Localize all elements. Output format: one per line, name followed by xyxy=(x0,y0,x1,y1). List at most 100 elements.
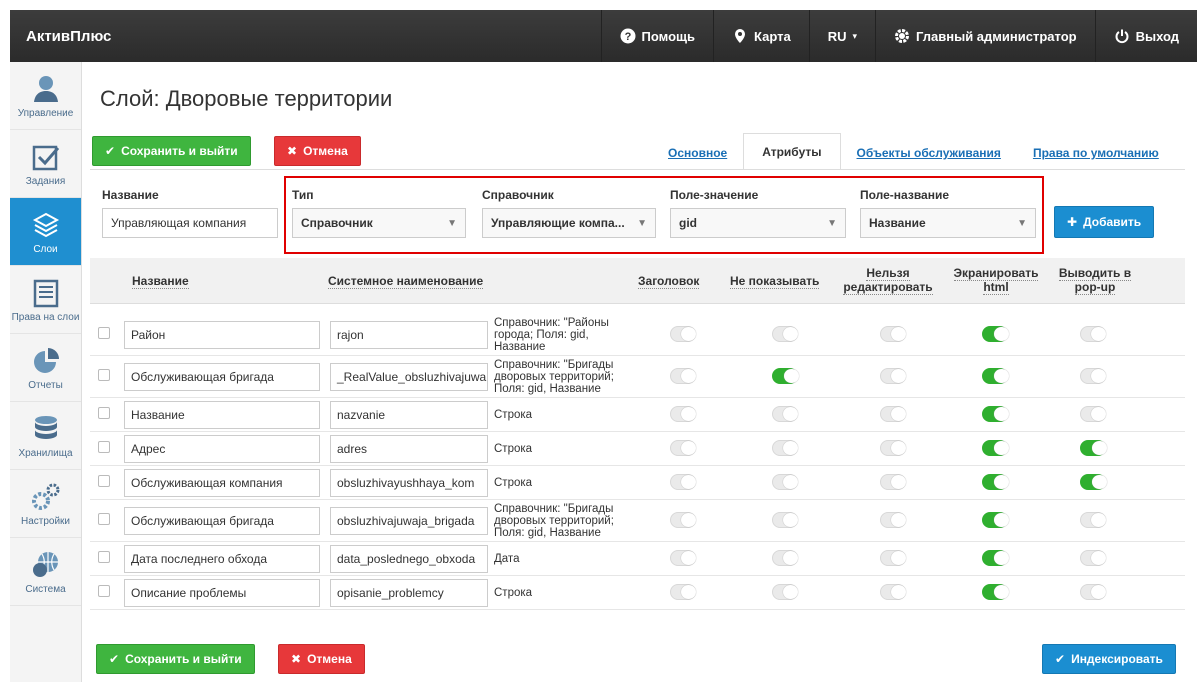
tab-service-objects[interactable]: Объекты обслуживания xyxy=(841,146,1017,170)
tab-main[interactable]: Основное xyxy=(652,146,743,170)
language-dropdown[interactable]: RU ▾ xyxy=(808,10,875,62)
escape-html-toggle[interactable] xyxy=(982,406,1009,422)
sidebar-item-management[interactable]: Управление xyxy=(10,62,81,130)
title-toggle[interactable] xyxy=(670,584,696,600)
readonly-toggle[interactable] xyxy=(880,474,906,490)
escape-html-toggle[interactable] xyxy=(982,440,1009,456)
cancel-button-bottom[interactable]: ✖ Отмена xyxy=(278,644,365,674)
title-toggle[interactable] xyxy=(670,326,696,342)
readonly-toggle[interactable] xyxy=(880,368,906,384)
escape-html-toggle[interactable] xyxy=(982,474,1009,490)
header-system-name[interactable]: Системное наименование xyxy=(328,274,484,289)
admin-profile-link[interactable]: Главный администратор xyxy=(875,10,1095,62)
row-system-name-input[interactable]: adres xyxy=(330,435,488,463)
row-name-input[interactable]: Дата последнего обхода xyxy=(124,545,320,573)
reference-select[interactable]: Управляющие компа... ▼ xyxy=(482,208,656,238)
row-system-name-input[interactable]: opisanie_problemcy xyxy=(330,579,488,607)
row-checkbox[interactable] xyxy=(98,585,110,597)
popup-toggle[interactable] xyxy=(1080,512,1106,528)
row-system-name-input[interactable]: obsluzhivayushhaya_kom xyxy=(330,469,488,497)
escape-html-toggle[interactable] xyxy=(982,512,1009,528)
save-and-exit-button-bottom[interactable]: ✔ Сохранить и выйти xyxy=(96,644,255,674)
header-readonly[interactable]: Нельзя редактировать xyxy=(840,266,936,295)
title-toggle[interactable] xyxy=(670,440,696,456)
row-checkbox[interactable] xyxy=(98,513,110,525)
header-popup[interactable]: Выводить в pop-up xyxy=(1050,266,1140,295)
escape-html-toggle[interactable] xyxy=(982,326,1009,342)
popup-toggle[interactable] xyxy=(1080,326,1106,342)
row-name-input[interactable]: Район xyxy=(124,321,320,349)
title-toggle[interactable] xyxy=(670,512,696,528)
row-name-input[interactable]: Адрес xyxy=(124,435,320,463)
type-select[interactable]: Справочник ▼ xyxy=(292,208,466,238)
sidebar-item-settings[interactable]: Настройки xyxy=(10,470,81,538)
row-system-name-input[interactable]: obsluzhivajuwaja_brigada xyxy=(330,507,488,535)
title-toggle[interactable] xyxy=(670,406,696,422)
header-escape-html[interactable]: Экранировать html xyxy=(950,266,1042,295)
hide-toggle[interactable] xyxy=(772,326,798,342)
header-name[interactable]: Название xyxy=(132,274,189,289)
row-name-input[interactable]: Обслуживающая компания xyxy=(124,469,320,497)
popup-toggle[interactable] xyxy=(1080,368,1106,384)
sidebar-item-storages[interactable]: Хранилища xyxy=(10,402,81,470)
readonly-toggle[interactable] xyxy=(880,406,906,422)
popup-toggle[interactable] xyxy=(1080,406,1106,422)
value-field-select[interactable]: gid ▼ xyxy=(670,208,846,238)
popup-toggle[interactable] xyxy=(1080,474,1107,490)
popup-toggle[interactable] xyxy=(1080,584,1106,600)
row-checkbox[interactable] xyxy=(98,369,110,381)
header-hide[interactable]: Не показывать xyxy=(730,274,820,289)
row-checkbox[interactable] xyxy=(98,441,110,453)
row-name-input[interactable]: Обслуживающая бригада xyxy=(124,363,320,391)
hide-toggle[interactable] xyxy=(772,512,798,528)
attribute-name-input[interactable]: Управляющая компания xyxy=(102,208,278,238)
hide-toggle[interactable] xyxy=(772,440,798,456)
logout-link[interactable]: Выход xyxy=(1094,10,1197,62)
readonly-toggle[interactable] xyxy=(880,512,906,528)
row-checkbox[interactable] xyxy=(98,327,110,339)
save-and-exit-button[interactable]: ✔ Сохранить и выйти xyxy=(92,136,251,166)
map-link[interactable]: Карта xyxy=(713,10,809,62)
sidebar-item-layers[interactable]: Слои xyxy=(10,198,81,266)
row-name-input[interactable]: Обслуживающая бригада xyxy=(124,507,320,535)
sidebar-item-system[interactable]: Система xyxy=(10,538,81,606)
popup-toggle[interactable] xyxy=(1080,440,1107,456)
escape-html-toggle[interactable] xyxy=(982,584,1009,600)
row-checkbox[interactable] xyxy=(98,475,110,487)
title-toggle[interactable] xyxy=(670,368,696,384)
row-system-name-input[interactable]: rajon xyxy=(330,321,488,349)
app-brand[interactable]: АктивПлюс xyxy=(10,28,570,45)
readonly-toggle[interactable] xyxy=(880,440,906,456)
hide-toggle[interactable] xyxy=(772,550,798,566)
row-system-name-input[interactable]: data_poslednego_obxoda xyxy=(330,545,488,573)
hide-toggle[interactable] xyxy=(772,406,798,422)
readonly-toggle[interactable] xyxy=(880,326,906,342)
sidebar-item-layer-rights[interactable]: Права на слои xyxy=(10,266,81,334)
escape-html-toggle[interactable] xyxy=(982,550,1009,566)
row-system-name-input[interactable]: _RealValue_obsluzhivajuwa xyxy=(330,363,488,391)
hide-toggle[interactable] xyxy=(772,584,798,600)
escape-html-toggle[interactable] xyxy=(982,368,1009,384)
index-button[interactable]: ✔ Индексировать xyxy=(1042,644,1176,674)
popup-toggle[interactable] xyxy=(1080,550,1106,566)
sidebar-item-reports[interactable]: Отчеты xyxy=(10,334,81,402)
cancel-button[interactable]: ✖ Отмена xyxy=(274,136,361,166)
readonly-toggle[interactable] xyxy=(880,550,906,566)
row-name-input[interactable]: Описание проблемы xyxy=(124,579,320,607)
header-title[interactable]: Заголовок xyxy=(638,274,700,289)
tab-default-rights[interactable]: Права по умолчанию xyxy=(1017,146,1175,170)
title-toggle[interactable] xyxy=(670,474,696,490)
tab-attributes[interactable]: Атрибуты xyxy=(743,133,841,170)
sidebar-item-tasks[interactable]: Задания xyxy=(10,130,81,198)
row-name-input[interactable]: Название xyxy=(124,401,320,429)
row-system-name-input[interactable]: nazvanie xyxy=(330,401,488,429)
help-link[interactable]: ? Помощь xyxy=(600,10,713,62)
row-checkbox[interactable] xyxy=(98,551,110,563)
hide-toggle[interactable] xyxy=(772,368,799,384)
title-toggle[interactable] xyxy=(670,550,696,566)
hide-toggle[interactable] xyxy=(772,474,798,490)
name-field-select[interactable]: Название ▼ xyxy=(860,208,1036,238)
readonly-toggle[interactable] xyxy=(880,584,906,600)
row-checkbox[interactable] xyxy=(98,407,110,419)
add-attribute-button[interactable]: ✚ Добавить xyxy=(1054,206,1155,238)
